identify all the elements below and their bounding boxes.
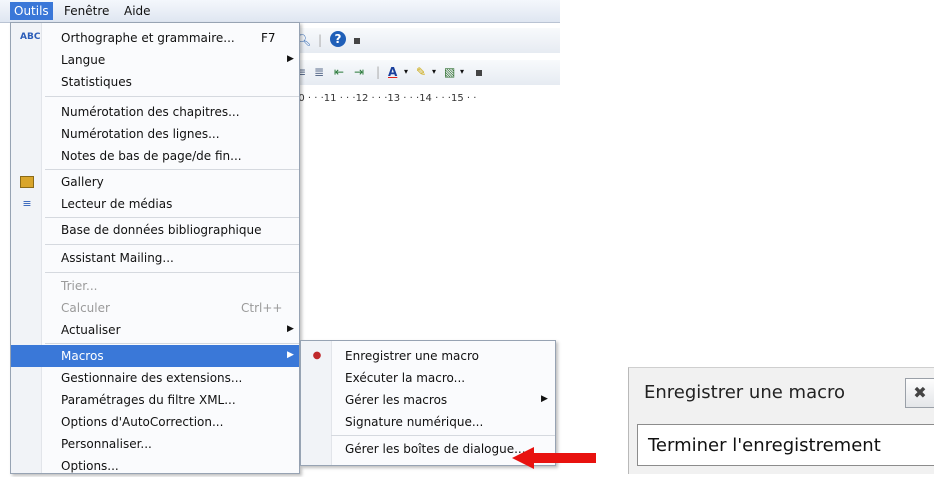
menu-item-label: Calculer — [61, 301, 110, 315]
close-icon[interactable]: ✖ — [905, 378, 934, 408]
menu-item-label: Notes de bas de page/de fin... — [61, 149, 242, 163]
menu-separator — [45, 343, 299, 344]
menu-item-label: Statistiques — [61, 75, 132, 89]
menu-separator — [45, 244, 299, 245]
toolbar-separator: | — [318, 33, 323, 47]
menu-bar: Outils Fenêtre Aide — [0, 0, 560, 23]
menu-item-label: Base de données bibliographique — [61, 223, 262, 237]
menu-item-label: Actualiser — [61, 323, 121, 337]
formatting-toolbar: ≡ ≣ ⇤ ⇥ | A ▾ ✎ ▾ ▧ ▾ — [292, 60, 560, 85]
spellcheck-icon: ABC — [20, 32, 41, 42]
menu-item-label: Lecteur de médias — [61, 197, 173, 211]
menu-item-label: Personnaliser... — [61, 437, 152, 451]
media-player-icon: ≡ — [22, 197, 32, 210]
menu-item-calculate: Calculer Ctrl++ — [11, 297, 299, 319]
menu-separator — [45, 96, 299, 97]
font-color-icon[interactable]: A — [388, 63, 397, 81]
toolbar-overflow-icon[interactable] — [476, 70, 482, 76]
submenu-item-organize-macros[interactable]: Gérer les macros ▶ — [301, 389, 555, 411]
submenu-arrow-icon: ▶ — [541, 394, 548, 404]
menu-item-footnotes[interactable]: Notes de bas de page/de fin... — [11, 145, 299, 167]
menu-item-line-numbering[interactable]: Numérotation des lignes... — [11, 123, 299, 145]
menu-item-gallery[interactable]: Gallery — [11, 171, 299, 193]
menu-item-mailing-wizard[interactable]: Assistant Mailing... — [11, 247, 299, 269]
menu-item-customize[interactable]: Personnaliser... — [11, 433, 299, 455]
menu-item-label: Orthographe et grammaire... — [61, 31, 235, 45]
toolbar-overflow-icon[interactable] — [354, 38, 360, 44]
menu-item-shortcut: Ctrl++ — [241, 301, 283, 315]
menu-aide[interactable]: Aide — [120, 2, 155, 20]
menu-item-spelling[interactable]: ABC Orthographe et grammaire... F7 — [11, 27, 299, 49]
menu-item-label: Paramétrages du filtre XML... — [61, 393, 236, 407]
menu-item-autocorrect[interactable]: Options d'AutoCorrection... — [11, 411, 299, 433]
submenu-item-run-macro[interactable]: Exécuter la macro... — [301, 367, 555, 389]
menu-item-chapter-numbering[interactable]: Numérotation des chapitres... — [11, 101, 299, 123]
record-macro-icon: ● — [312, 350, 322, 361]
panel-title: Enregistrer une macro — [644, 382, 846, 403]
submenu-arrow-icon: ▶ — [287, 54, 294, 64]
menu-item-xml-filter[interactable]: Paramétrages du filtre XML... — [11, 389, 299, 411]
standard-toolbar: 🔍︎ | ? — [292, 28, 560, 53]
chevron-down-icon[interactable]: ▾ — [404, 63, 408, 81]
toolbar-separator: | — [376, 65, 381, 79]
menu-item-label: Options... — [61, 459, 119, 473]
menu-separator — [45, 217, 299, 218]
menu-outils[interactable]: Outils — [10, 2, 53, 20]
submenu-item-record-macro[interactable]: ● Enregistrer une macro — [301, 345, 555, 367]
menu-item-label: Gestionnaire des extensions... — [61, 371, 243, 385]
decrease-indent-icon[interactable]: ⇤ — [334, 63, 344, 81]
menu-item-update[interactable]: Actualiser ▶ — [11, 319, 299, 341]
menu-separator — [331, 435, 555, 436]
help-icon[interactable]: ? — [330, 31, 346, 47]
menu-separator — [45, 169, 299, 170]
submenu-arrow-icon: ▶ — [287, 350, 294, 360]
menu-item-langue[interactable]: Langue ▶ — [11, 49, 299, 71]
increase-indent-icon[interactable]: ⇥ — [354, 63, 364, 81]
menu-item-label: Gérer les boîtes de dialogue... — [345, 442, 526, 456]
tools-menu: ABC Orthographe et grammaire... F7 Langu… — [10, 22, 300, 474]
menu-item-label: Gérer les macros — [345, 393, 448, 407]
menu-item-label: Signature numérique... — [345, 415, 484, 429]
submenu-item-digital-signature[interactable]: Signature numérique... — [301, 411, 555, 433]
menu-item-label: Gallery — [61, 175, 104, 189]
menu-item-label: Numérotation des lignes... — [61, 127, 220, 141]
record-macro-panel: Enregistrer une macro ✖ Terminer l'enreg… — [628, 367, 934, 474]
menu-item-label: Macros — [61, 349, 104, 363]
menu-item-macros[interactable]: Macros ▶ — [11, 345, 299, 367]
red-arrow-icon — [512, 447, 596, 469]
menu-item-label: Enregistrer une macro — [345, 349, 480, 363]
menu-item-label: Numérotation des chapitres... — [61, 105, 240, 119]
numbering-icon[interactable]: ≣ — [314, 63, 324, 81]
menu-item-label: Exécuter la macro... — [345, 371, 466, 385]
gallery-icon — [20, 176, 34, 188]
chevron-down-icon[interactable]: ▾ — [432, 63, 436, 81]
horizontal-ruler: 10 · · ·11 · · ·12 · · ·13 · · ·14 · · ·… — [292, 93, 477, 104]
submenu-arrow-icon: ▶ — [287, 324, 294, 334]
menu-item-media-player[interactable]: ≡ Lecteur de médias — [11, 193, 299, 215]
menu-item-statistiques[interactable]: Statistiques — [11, 71, 299, 93]
menu-fenetre[interactable]: Fenêtre — [60, 2, 113, 20]
menu-item-label: Langue — [61, 53, 106, 67]
menu-item-sort: Trier... — [11, 275, 299, 297]
menu-item-label: Trier... — [61, 279, 98, 293]
stop-recording-button[interactable]: Terminer l'enregistrement — [637, 424, 934, 466]
menu-item-options[interactable]: Options... — [11, 455, 299, 477]
background-color-icon[interactable]: ▧ — [444, 63, 455, 81]
menu-item-label: Assistant Mailing... — [61, 251, 174, 265]
chevron-down-icon[interactable]: ▾ — [460, 63, 464, 81]
highlight-icon[interactable]: ✎ — [416, 63, 426, 81]
menu-item-shortcut: F7 — [261, 31, 276, 45]
menu-item-label: Options d'AutoCorrection... — [61, 415, 224, 429]
menu-item-extension-manager[interactable]: Gestionnaire des extensions... — [11, 367, 299, 389]
menu-separator — [45, 272, 299, 273]
menu-item-bibliography[interactable]: Base de données bibliographique — [11, 219, 299, 241]
